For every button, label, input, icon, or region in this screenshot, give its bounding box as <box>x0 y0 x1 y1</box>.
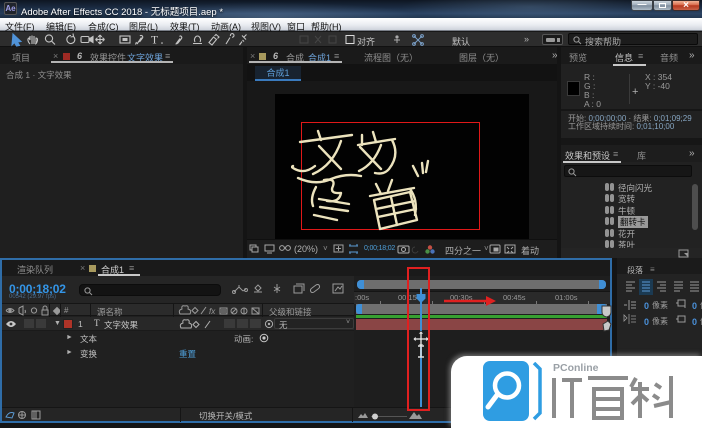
svg-text:0: 0 <box>644 301 649 311</box>
svg-text:0: 0 <box>644 317 649 327</box>
svg-text:像素: 像素 <box>652 300 668 310</box>
svg-text:0: 0 <box>692 317 697 327</box>
svg-text:像素: 像素 <box>652 316 668 326</box>
svg-text:fx: fx <box>209 307 216 316</box>
svg-text:T: T <box>151 35 158 47</box>
svg-text:0: 0 <box>692 301 697 311</box>
